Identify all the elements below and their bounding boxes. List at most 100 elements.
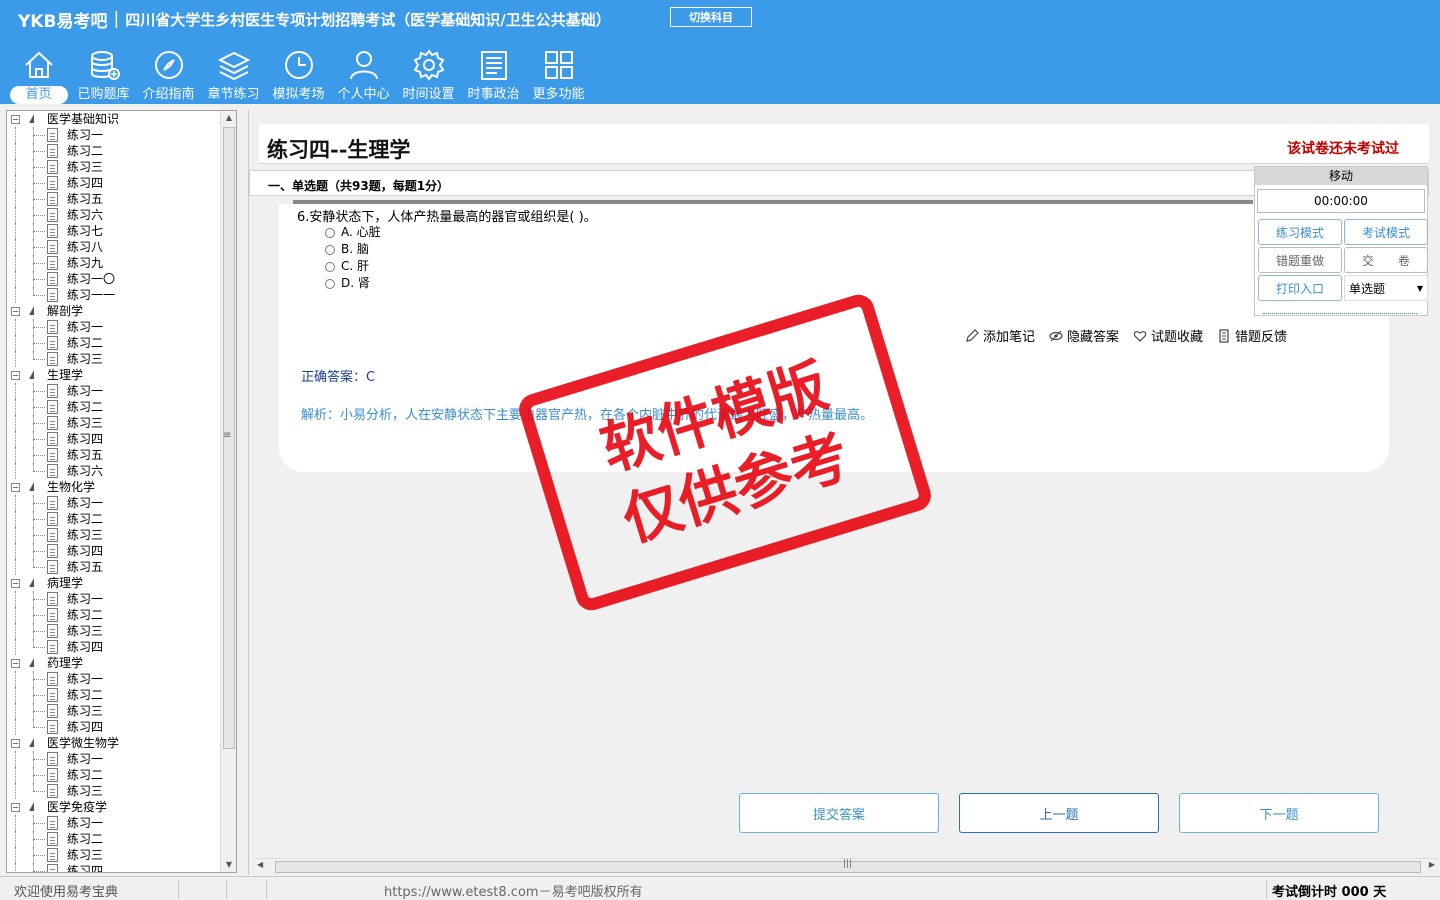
tree-item[interactable]: 练习一 [7, 383, 221, 399]
submit-answer-button[interactable]: 提交答案 [739, 793, 939, 833]
tree-item[interactable]: 练习二 [7, 399, 221, 415]
tree-group[interactable]: − 医学免疫学 [7, 799, 221, 815]
scroll-left-arrow-icon[interactable]: ◀ [257, 860, 263, 869]
tree-item[interactable]: 练习三 [7, 159, 221, 175]
tree-item[interactable]: 练习三 [7, 847, 221, 863]
tree-item[interactable]: 练习二 [7, 335, 221, 351]
switch-subject-button[interactable]: 切换科目 [670, 7, 752, 27]
nav-item-grid[interactable]: 更多功能 [526, 44, 591, 104]
tree-item[interactable]: 练习五 [7, 191, 221, 207]
collapse-toggle-icon[interactable]: − [11, 803, 20, 812]
tree-item[interactable]: 练习一 [7, 671, 221, 687]
tree-item[interactable]: 练习二 [7, 607, 221, 623]
redo-wrong-button[interactable]: 错题重做 [1258, 247, 1342, 273]
splitter-grip-icon[interactable]: ≡ [223, 430, 231, 441]
tree-group[interactable]: − 生理学 [7, 367, 221, 383]
collapse-toggle-icon[interactable]: − [11, 659, 20, 668]
collapse-toggle-icon[interactable]: − [11, 115, 20, 124]
tree-item[interactable]: 练习四 [7, 543, 221, 559]
tree-item[interactable]: 练习一 [7, 591, 221, 607]
option-c[interactable]: C. 肝 [325, 258, 369, 275]
tree-group[interactable]: − 药理学 [7, 655, 221, 671]
tree-item[interactable]: 练习一 [7, 495, 221, 511]
tree-group[interactable]: − 病理学 [7, 575, 221, 591]
tree-item[interactable]: 练习一 [7, 127, 221, 143]
panel-move-handle[interactable]: 移动 [1255, 167, 1427, 185]
add-note-button[interactable]: 添加笔记 [965, 326, 1035, 345]
practice-mode-button[interactable]: 练习模式 [1258, 219, 1342, 245]
scroll-down-arrow-icon[interactable]: ▼ [221, 858, 236, 872]
print-button[interactable]: 打印入口 [1258, 275, 1342, 301]
scroll-up-arrow-icon[interactable]: ▲ [221, 111, 236, 125]
nav-label: 首页 [9, 86, 68, 104]
expanded-triangle-icon [29, 370, 34, 379]
tree-item[interactable]: 练习五 [7, 559, 221, 575]
nav-item-compass[interactable]: 介绍指南 [136, 44, 201, 104]
tree-item[interactable]: 练习六 [7, 207, 221, 223]
tree-item[interactable]: 练习四 [7, 431, 221, 447]
tree-item[interactable]: 练习四 [7, 639, 221, 655]
tree-item[interactable]: 练习三 [7, 783, 221, 799]
tree-item[interactable]: 练习二 [7, 511, 221, 527]
radio-icon[interactable] [325, 227, 335, 238]
tree-item[interactable]: 练习六 [7, 463, 221, 479]
tree-item[interactable]: 练习一一 [7, 287, 221, 303]
option-d[interactable]: D. 肾 [325, 275, 370, 292]
tree-item[interactable]: 练习四 [7, 175, 221, 191]
tree-item-label: 练习一 [67, 128, 104, 142]
radio-icon[interactable] [325, 278, 335, 289]
prev-question-button[interactable]: 上一题 [959, 793, 1159, 833]
radio-icon[interactable] [325, 261, 335, 272]
tree-item[interactable]: 练习三 [7, 351, 221, 367]
dropdown-arrow-icon: ▼ [1416, 283, 1423, 293]
hide-answer-button[interactable]: 隐藏答案 [1049, 326, 1119, 345]
tree-item[interactable]: 练习八 [7, 239, 221, 255]
tree-group[interactable]: − 生物化学 [7, 479, 221, 495]
nav-item-database[interactable]: 已购题库 [71, 44, 136, 104]
tree-item[interactable]: 练习二 [7, 143, 221, 159]
tree-item[interactable]: 练习九 [7, 255, 221, 271]
collapse-toggle-icon[interactable]: − [11, 739, 20, 748]
tree-item[interactable]: 练习三 [7, 415, 221, 431]
nav-item-home[interactable]: 首页 [6, 44, 71, 104]
tree-item[interactable]: 练习三 [7, 623, 221, 639]
nav-item-newspaper[interactable]: 时事政治 [461, 44, 526, 104]
tree-item[interactable]: 练习五 [7, 447, 221, 463]
tree-group[interactable]: − 医学微生物学 [7, 735, 221, 751]
nav-item-layers[interactable]: 章节练习 [201, 44, 266, 104]
nav-item-clock[interactable]: 模拟考场 [266, 44, 331, 104]
tree-item[interactable]: 练习一〇 [7, 271, 221, 287]
next-question-button[interactable]: 下一题 [1179, 793, 1379, 833]
tree-item[interactable]: 练习三 [7, 703, 221, 719]
tree-item[interactable]: 练习七 [7, 223, 221, 239]
tree-scrollbar[interactable]: ▲ ▼ [220, 111, 236, 872]
horizontal-scrollbar[interactable]: ◀ ||| ▶ [253, 858, 1439, 875]
nav-item-user[interactable]: 个人中心 [331, 44, 396, 104]
tree-group[interactable]: − 医学基础知识 [7, 111, 221, 127]
tree-item[interactable]: 练习一 [7, 815, 221, 831]
exam-mode-button[interactable]: 考试模式 [1344, 219, 1428, 245]
collapse-toggle-icon[interactable]: − [11, 371, 20, 380]
tree-item[interactable]: 练习四 [7, 863, 221, 872]
report-error-button[interactable]: 错题反馈 [1217, 326, 1287, 345]
collapse-toggle-icon[interactable]: − [11, 307, 20, 316]
tree-item[interactable]: 练习二 [7, 767, 221, 783]
nav-item-gear[interactable]: 时间设置 [396, 44, 461, 104]
tree-item[interactable]: 练习四 [7, 719, 221, 735]
radio-icon[interactable] [325, 244, 335, 255]
collapse-toggle-icon[interactable]: − [11, 483, 20, 492]
option-b[interactable]: B. 脑 [325, 241, 369, 258]
question-type-select[interactable]: 单选题 ▼ [1344, 275, 1428, 301]
favorite-question-button[interactable]: 试题收藏 [1133, 326, 1203, 345]
tree-item[interactable]: 练习三 [7, 527, 221, 543]
collapse-toggle-icon[interactable]: − [11, 579, 20, 588]
tree-item[interactable]: 练习一 [7, 751, 221, 767]
tree-group[interactable]: − 解剖学 [7, 303, 221, 319]
tree-item[interactable]: 练习一 [7, 319, 221, 335]
eye-icon [1049, 330, 1063, 341]
hand-in-button[interactable]: 交 卷 [1344, 247, 1428, 273]
scroll-right-arrow-icon[interactable]: ▶ [1429, 860, 1435, 869]
option-a[interactable]: A. 心脏 [325, 224, 381, 241]
tree-item[interactable]: 练习二 [7, 831, 221, 847]
tree-item[interactable]: 练习二 [7, 687, 221, 703]
